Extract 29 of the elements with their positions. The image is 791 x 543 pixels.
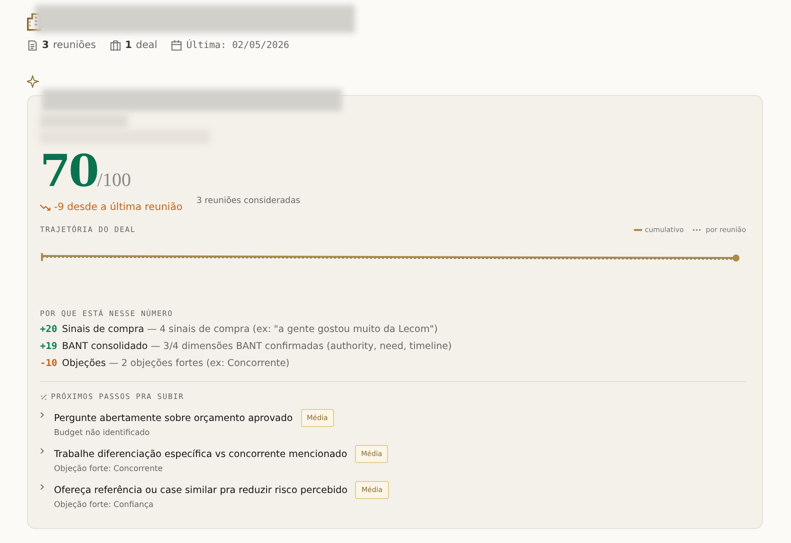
step-reason: Budget não identificado <box>54 428 151 437</box>
meta-label: reuniões <box>52 40 96 51</box>
step-reason: Objeção forte: Confiança <box>54 500 154 509</box>
step-title: Pergunte abertamente sobre orçamento aprovado <box>54 412 293 424</box>
factor-text: Objeções — 2 objeções fortes (ex: Concorrente) <box>62 358 290 369</box>
trend-arrow-icon <box>40 204 51 211</box>
calendar-icon <box>171 40 182 51</box>
document-icon <box>27 40 38 51</box>
score-value: 70 <box>40 148 98 196</box>
score-max: /100 <box>97 170 132 192</box>
meta-label: Última: 02/05/2026 <box>186 40 290 51</box>
factor-delta: -10 <box>40 358 58 369</box>
factor-delta: +20 <box>40 324 58 335</box>
briefcase-icon <box>110 40 121 51</box>
dotted-line-icon <box>692 228 701 230</box>
meetings-note: 3 reuniões consideradas <box>196 196 300 206</box>
meta-count: 1 <box>124 40 132 51</box>
chevron-icon[interactable] <box>40 411 45 419</box>
chevron-icon[interactable] <box>40 483 45 491</box>
step-title: Trabalhe diferenciação específica vs concorrente mencionado <box>54 448 348 460</box>
step-reason: Objeção forte: Concorrente <box>54 464 164 473</box>
trend-text: -9 desde a última reunião <box>40 202 182 213</box>
chevron-icon[interactable] <box>40 447 45 455</box>
step-title: Ofereça referência ou case similar pra reduzir risco percebido <box>54 484 348 496</box>
factor-delta: +19 <box>40 341 58 352</box>
meta-count: 3 <box>42 40 49 51</box>
factor-text: BANT consolidado — 3/4 dimensões BANT confirmadas (authority, need, timeline) <box>62 341 452 352</box>
meta-label: deal <box>136 40 158 51</box>
factor-text: Sinais de compra — 4 sinais de compra (ex: "a gente gostou muito da Lecom") <box>62 324 438 335</box>
